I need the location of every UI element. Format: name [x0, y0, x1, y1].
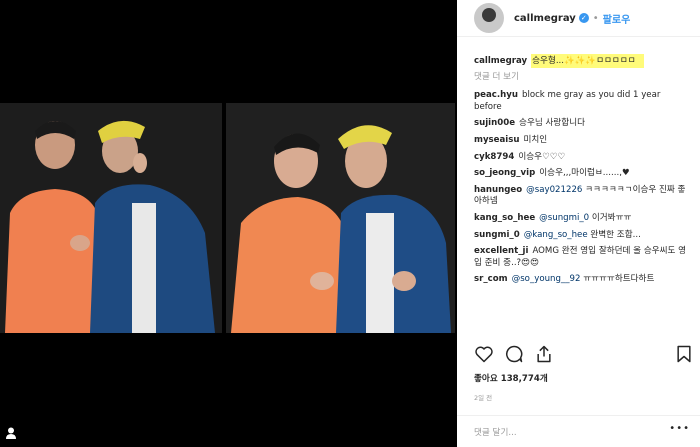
- comment-username[interactable]: sujin00e: [474, 118, 515, 128]
- comment-item: kang_so_hee @sungmi_0 이거봐ㅠㅠ: [474, 213, 690, 225]
- heart-icon[interactable]: [474, 344, 494, 364]
- comment-item: hanungeo @say021226 ㅋㅋㅋㅋㅋㄱ이승우 진짜 좋아하넴: [474, 185, 690, 208]
- avatar[interactable]: [474, 3, 504, 33]
- comment-username[interactable]: so_jeong_vip: [474, 168, 535, 178]
- comment-mention[interactable]: @sungmi_0: [539, 213, 589, 223]
- likes-count[interactable]: 좋아요 138,774개: [474, 372, 548, 384]
- comment-text: 이승우,,,마이럽ㅂ......,♥: [539, 168, 630, 179]
- comment-item: myseaisu 미치인: [474, 135, 690, 147]
- comment-username[interactable]: excellent_ji: [474, 246, 528, 256]
- header-username[interactable]: callmegray: [514, 13, 576, 24]
- comment-username[interactable]: hanungeo: [474, 185, 522, 195]
- separator-dot: •: [592, 12, 599, 24]
- comment-username[interactable]: kang_so_hee: [474, 213, 535, 223]
- photo-right-art: [226, 103, 455, 333]
- bookmark-icon[interactable]: [674, 344, 694, 364]
- comment-mention[interactable]: @so_young__92: [512, 274, 581, 284]
- comment-text: 미치인: [523, 134, 548, 145]
- follow-button[interactable]: 팔로우: [603, 11, 631, 26]
- comments-section: callmegray 승우형...✨✨✨ㅁㅁㅁㅁㅁ 댓글 더 보기 peac.hy…: [457, 37, 700, 286]
- photo-left-art: [0, 103, 222, 333]
- photo-left: [0, 103, 222, 333]
- comment-username[interactable]: myseaisu: [474, 135, 519, 145]
- comment-icon[interactable]: [504, 344, 524, 364]
- add-comment-input[interactable]: 댓글 달기...: [457, 415, 700, 447]
- post-media[interactable]: [0, 0, 457, 447]
- comment-text: ㅠㅠㅠㅠ하트다하트: [583, 274, 655, 285]
- comment-item: cyk8794 이승우♡♡♡: [474, 152, 690, 164]
- load-more-comments[interactable]: 댓글 더 보기: [474, 72, 690, 84]
- share-icon[interactable]: [534, 344, 554, 364]
- post-header: callmegray ✓ • 팔로우: [457, 0, 700, 37]
- comment-mention[interactable]: @say021226: [526, 185, 582, 195]
- photo-right: [226, 103, 455, 333]
- caption-username[interactable]: callmegray: [474, 56, 527, 66]
- comment-text: 이거봐ㅠㅠ: [591, 212, 632, 223]
- post-timestamp[interactable]: 2일 전: [474, 392, 492, 402]
- comment-text: 승우님 사랑합니다: [519, 118, 586, 129]
- comment-username[interactable]: sr_com: [474, 274, 508, 284]
- comment-username[interactable]: sungmi_0: [474, 230, 520, 240]
- comment-text: 완벽한 조합...: [590, 229, 641, 240]
- comment-mention[interactable]: @kang_so_hee: [524, 230, 588, 240]
- comment-username[interactable]: cyk8794: [474, 152, 514, 162]
- comment-item: peac.hyu block me gray as you did 1 year …: [474, 90, 690, 113]
- caption: callmegray 승우형...✨✨✨ㅁㅁㅁㅁㅁ: [474, 54, 690, 68]
- comment-item: sungmi_0 @kang_so_hee 완벽한 조합...: [474, 230, 690, 242]
- verified-icon: ✓: [578, 13, 589, 23]
- caption-text: 승우형...✨✨✨ㅁㅁㅁㅁㅁ: [531, 54, 644, 68]
- comment-item: sr_com @so_young__92 ㅠㅠㅠㅠ하트다하트: [474, 274, 690, 286]
- action-bar: [474, 344, 694, 366]
- comment-text: 이승우♡♡♡: [518, 151, 566, 162]
- comment-username[interactable]: peac.hyu: [474, 90, 518, 100]
- post-sidebar: callmegray ✓ • 팔로우 callmegray 승우형...✨✨✨ㅁㅁ…: [457, 0, 700, 447]
- more-options-icon[interactable]: •••: [669, 423, 690, 434]
- comment-item: sujin00e 승우님 사랑합니다: [474, 118, 690, 130]
- comment-item: so_jeong_vip 이승우,,,마이럽ㅂ......,♥: [474, 168, 690, 180]
- comment-item: excellent_ji AOMG 완전 영입 잘하던데 올 승우씨도 영입 준비…: [474, 246, 690, 269]
- user-tag-icon[interactable]: [6, 427, 16, 439]
